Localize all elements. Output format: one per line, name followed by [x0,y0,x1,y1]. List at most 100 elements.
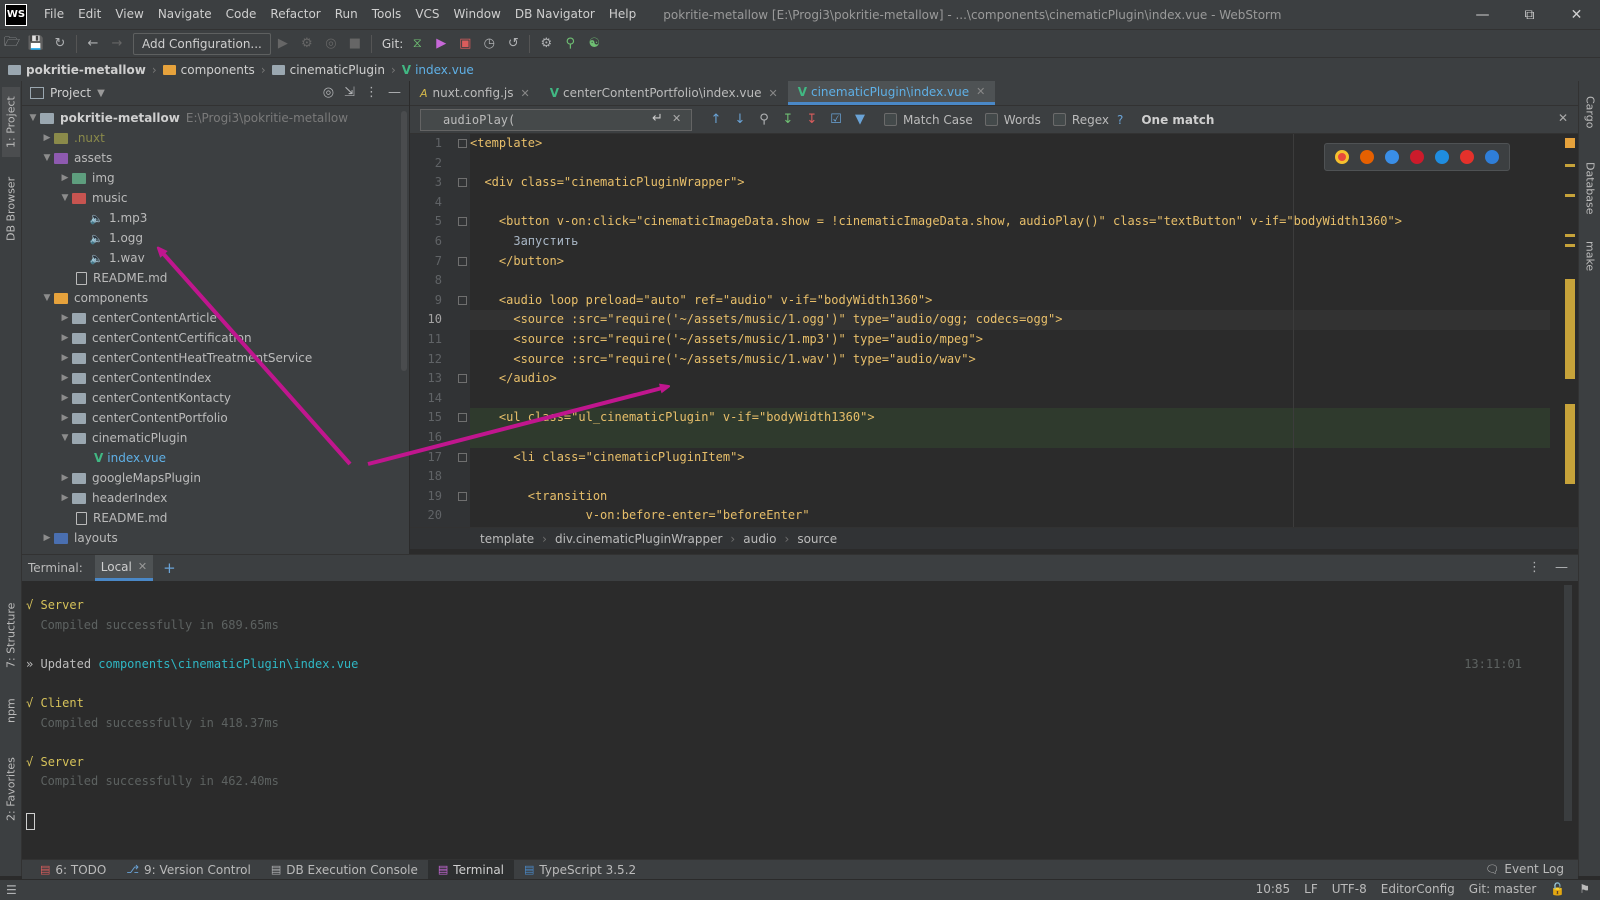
tree-item-folder[interactable]: ▶ centerContentCertification [22,328,409,348]
back-icon[interactable]: ← [81,33,105,55]
menu-view[interactable]: View [108,0,150,29]
close-window-icon[interactable]: ✕ [1553,0,1600,29]
close-tab-icon[interactable]: ✕ [768,87,777,100]
git-branch[interactable]: Git: master [1469,882,1537,896]
menu-navigate[interactable]: Navigate [151,0,219,29]
file-encoding[interactable]: UTF-8 [1332,882,1367,896]
tool-tab-version-control[interactable]: ⎇ 9: Version Control [116,860,261,880]
git-compare-icon[interactable]: ▣ [453,33,477,55]
terminal-tab-local[interactable]: Local ✕ [94,555,154,581]
collapse-arrow-icon[interactable]: ▶ [58,333,72,343]
collapse-arrow-icon[interactable]: ▶ [40,533,54,543]
tree-item-folder[interactable]: ▶ centerContentPortfolio [22,408,409,428]
collapse-arrow-icon[interactable]: ▶ [40,133,54,143]
words-option[interactable]: Words [984,113,1041,127]
collapse-arrow-icon[interactable]: ▶ [58,473,72,483]
crumb-file[interactable]: Vindex.vue [402,63,474,77]
warning-marker[interactable] [1565,138,1575,148]
save-all-icon[interactable]: 💾 [24,33,48,55]
collapse-arrow-icon[interactable]: ▶ [58,353,72,363]
chevron-down-icon[interactable]: ▼ [97,88,105,99]
tool-tab-database[interactable]: Database [1582,153,1598,223]
collapse-arrow-icon[interactable]: ▶ [58,173,72,183]
tree-item-index-vue[interactable]: V index.vue [22,448,409,468]
regex-option[interactable]: Regex ? [1052,113,1123,127]
fold-marker-icon[interactable] [458,491,467,501]
open-folder-icon[interactable]: 🗁 [0,33,24,55]
collapse-arrow-icon[interactable]: ▶ [58,413,72,423]
expand-arrow-icon[interactable]: ▼ [58,193,72,203]
tool-tab-npm[interactable]: npm [2,691,20,731]
unselect-occurrence-icon[interactable]: ↧ [800,109,824,131]
menu-tools[interactable]: Tools [365,0,409,29]
stripe-marker[interactable] [1565,234,1575,237]
edge-icon[interactable] [1485,150,1500,164]
newline-icon[interactable]: ↵ [652,111,663,126]
tree-item-folder[interactable]: ▶ centerContentIndex [22,368,409,388]
hide-panel-icon[interactable]: — [388,85,401,100]
tree-item-wav[interactable]: 🔈 1.wav [22,248,409,268]
select-all-occurrences-icon[interactable]: ↧ [776,109,800,131]
sync-icon[interactable]: ↻ [48,33,72,55]
tab-nuxt-config[interactable]: A nuxt.config.js ✕ [410,81,540,105]
caret-position[interactable]: 10:85 [1256,882,1291,896]
tree-item-ogg[interactable]: 🔈 1.ogg [22,228,409,248]
add-configuration-button[interactable]: Add Configuration... [133,32,271,55]
editor-crumb-item[interactable]: audio [743,532,776,546]
fold-marker-icon[interactable] [458,413,467,423]
tree-item-readme[interactable]: README.md [22,268,409,288]
options-icon[interactable]: ⋮ [365,85,378,100]
fold-marker-icon[interactable] [458,178,467,188]
minimize-icon[interactable]: — [1459,0,1506,29]
tree-item-layouts[interactable]: ▶ layouts [22,528,409,548]
tree-item-folder[interactable]: ▶ headerIndex [22,488,409,508]
collapse-arrow-icon[interactable]: ▶ [58,373,72,383]
locate-file-icon[interactable]: ◎ [323,85,334,100]
menu-code[interactable]: Code [219,0,264,29]
editorconfig-status[interactable]: EditorConfig [1381,882,1455,896]
expand-arrow-icon[interactable]: ▼ [26,113,40,123]
tree-item-assets[interactable]: ▼ assets [22,148,409,168]
crumb-cinematic[interactable]: cinematicPlugin [271,63,385,77]
match-case-checkbox[interactable] [884,113,897,126]
words-checkbox[interactable] [984,113,998,126]
crumb-components[interactable]: components [162,63,255,77]
stripe-marker[interactable] [1565,279,1575,379]
inspector-icon[interactable]: ⚑ [1579,882,1590,896]
fold-marker-icon[interactable] [458,374,467,384]
lock-icon[interactable]: 🔓 [1550,882,1565,896]
terminal-scrollbar[interactable] [1564,585,1572,821]
stripe-marker[interactable] [1565,164,1575,167]
editor-crumb-item[interactable]: template [480,532,534,546]
tree-item-mp3[interactable]: 🔈 1.mp3 [22,208,409,228]
tab-cinematic[interactable]: V cinematicPlugin\index.vue ✕ [787,81,996,105]
stripe-marker[interactable] [1565,194,1575,197]
tool-tab-favorites[interactable]: 2: Favorites [2,749,20,829]
expand-arrow-icon[interactable]: ▼ [40,153,54,163]
previous-occurrence-icon[interactable]: ↑ [704,109,728,131]
git-revert-icon[interactable]: ↺ [501,33,525,55]
tab-portfolio[interactable]: V centerContentPortfolio\index.vue ✕ [540,81,788,105]
tree-item-folder[interactable]: ▶ centerContentHeatTreatmentService [22,348,409,368]
find-all-icon[interactable]: ⚲ [752,109,776,131]
filter-icon[interactable]: ▼ [848,109,872,131]
menu-file[interactable]: File [37,0,71,29]
git-commit-icon[interactable]: ▶ [429,33,453,55]
menu-vcs[interactable]: VCS [408,0,446,29]
project-view-selector[interactable]: Project [50,86,91,100]
fold-marker-icon[interactable] [458,452,467,462]
crumb-project[interactable]: pokritie-metallow [8,63,146,77]
opera-icon[interactable] [1409,150,1424,164]
run-icon[interactable]: ▶ [271,33,295,55]
stop-icon[interactable]: ■ [343,33,367,55]
stripe-marker[interactable] [1565,244,1575,247]
collapse-all-icon[interactable]: ⇲ [344,85,355,100]
tool-tab-make[interactable]: make [1582,236,1598,276]
close-find-icon[interactable]: ✕ [1558,111,1568,125]
options-icon[interactable]: ⋮ [1528,560,1541,575]
firefox-icon[interactable] [1359,150,1374,164]
match-case-option[interactable]: Match Case [884,113,973,127]
regex-help-link[interactable]: ? [1117,113,1123,127]
git-update-icon[interactable]: ⧖ [405,33,429,55]
code-area[interactable]: 1 2 3 4 5 6 7 8 9 10 11 12 13 14 15 16 1… [410,134,1578,527]
